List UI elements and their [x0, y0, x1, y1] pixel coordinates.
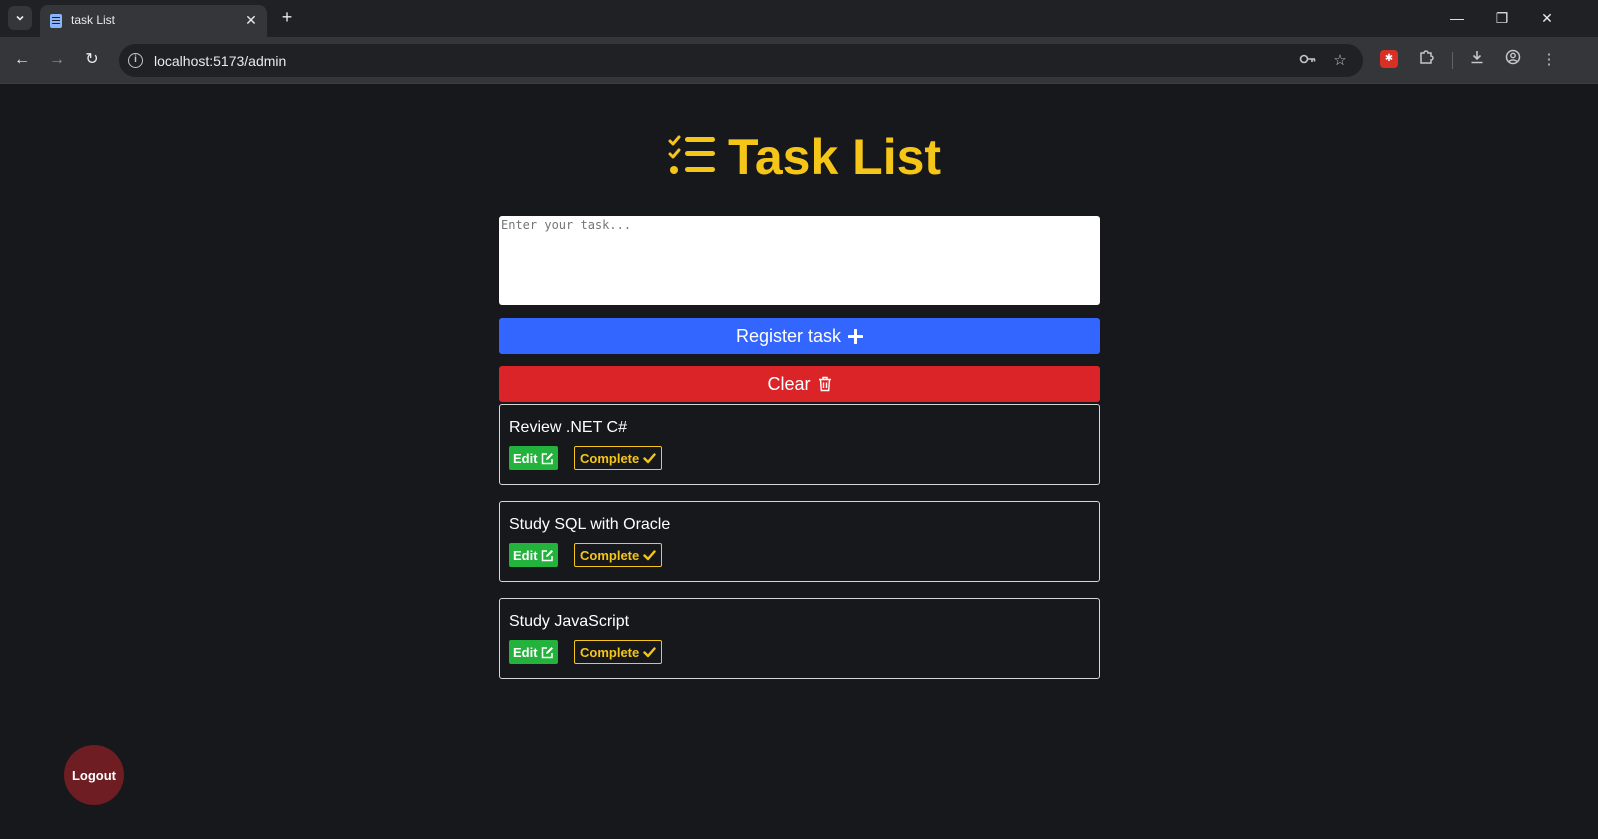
close-icon[interactable]: ✕: [242, 11, 260, 29]
check-icon: [643, 549, 656, 560]
extensions-puzzle-icon[interactable]: [1415, 49, 1437, 71]
tab-title: task List: [71, 13, 116, 27]
back-button[interactable]: ←: [11, 49, 33, 71]
edit-icon: [541, 452, 553, 464]
task-text: Study SQL with Oracle: [509, 516, 671, 533]
browser-tab[interactable]: task List ✕: [40, 5, 267, 37]
extension-icon[interactable]: ✱: [1380, 50, 1398, 68]
complete-label: Complete: [580, 547, 640, 563]
task-item: Review .NET C# Edit Complete: [499, 404, 1100, 485]
chevron-down-icon: [16, 15, 24, 21]
register-task-label: Register task: [735, 325, 842, 346]
site-info-icon[interactable]: i: [128, 53, 143, 68]
plus-icon: [848, 328, 864, 344]
trash-icon: [818, 376, 831, 392]
clear-button[interactable]: Clear: [499, 366, 1100, 402]
complete-button[interactable]: Complete: [574, 543, 663, 567]
close-window-button[interactable]: ✕: [1532, 6, 1562, 30]
star-icon[interactable]: ☆: [1330, 51, 1350, 71]
toolbar-divider: [1452, 52, 1453, 69]
edit-label: Edit: [513, 547, 538, 563]
title-text: Task List: [728, 129, 942, 185]
complete-label: Complete: [580, 450, 640, 466]
task-item: Study JavaScript Edit Complete: [499, 598, 1100, 679]
check-icon: [643, 452, 656, 463]
check-icon: [643, 646, 656, 657]
reload-button[interactable]: ↻: [81, 49, 103, 71]
register-task-button[interactable]: Register task: [499, 318, 1100, 354]
edit-label: Edit: [513, 644, 538, 660]
edit-button[interactable]: Edit: [509, 446, 558, 470]
task-input[interactable]: [499, 216, 1100, 305]
logout-button[interactable]: Logout: [64, 745, 124, 805]
checklist-icon: [668, 135, 715, 174]
url-text[interactable]: localhost:5173/admin: [154, 53, 286, 69]
browser-tab-bar: task List ✕ + — ❐ ✕: [0, 0, 1598, 37]
complete-button[interactable]: Complete: [574, 640, 663, 664]
complete-button[interactable]: Complete: [574, 446, 663, 470]
key-icon[interactable]: [1298, 51, 1318, 71]
restore-button[interactable]: ❐: [1487, 6, 1517, 30]
edit-button[interactable]: Edit: [509, 640, 558, 664]
download-icon[interactable]: [1466, 49, 1488, 71]
menu-kebab-icon[interactable]: ⋮: [1538, 49, 1560, 71]
page-title: Task List: [667, 129, 941, 185]
task-item: Study SQL with Oracle Edit Complete: [499, 501, 1100, 582]
clipboard-icon: [50, 14, 62, 28]
minimize-button[interactable]: —: [1442, 6, 1472, 30]
clear-label: Clear: [767, 373, 811, 394]
task-text: Review .NET C#: [509, 419, 627, 436]
browser-toolbar: ← → ↻ i localhost:5173/admin ☆ ✱ ⋮: [0, 37, 1598, 84]
address-bar[interactable]: i localhost:5173/admin ☆: [119, 44, 1363, 77]
edit-button[interactable]: Edit: [509, 543, 558, 567]
page-content: Task List Register task Clear Review .NE…: [0, 84, 1598, 839]
new-tab-button[interactable]: +: [277, 7, 297, 27]
complete-label: Complete: [580, 644, 640, 660]
edit-icon: [541, 549, 553, 561]
profile-icon[interactable]: [1502, 49, 1524, 71]
task-text: Study JavaScript: [509, 613, 630, 630]
forward-button[interactable]: →: [46, 49, 68, 71]
tab-search-button[interactable]: [8, 6, 32, 30]
edit-icon: [541, 646, 553, 658]
edit-label: Edit: [513, 450, 538, 466]
